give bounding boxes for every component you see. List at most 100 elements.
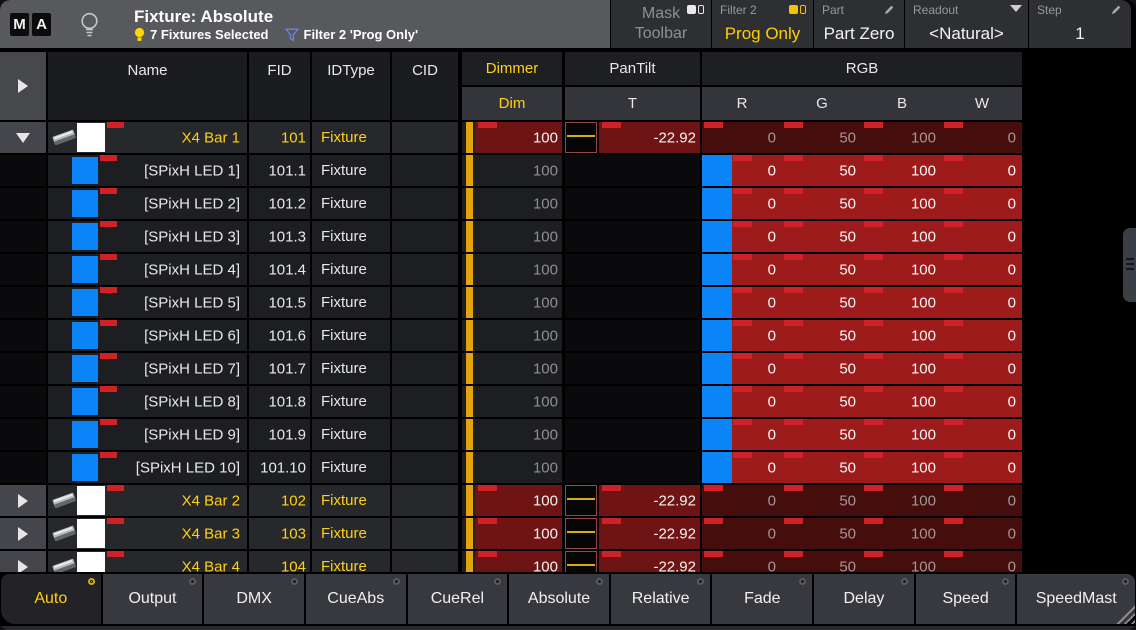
tilt-cell[interactable]: -22.92: [565, 551, 700, 572]
cid-cell[interactable]: [392, 254, 458, 285]
rgb-w-cell[interactable]: 0: [942, 155, 1022, 186]
rgb-cells[interactable]: 0501000: [702, 221, 1022, 252]
row-expander[interactable]: [0, 122, 46, 153]
sub-header-w[interactable]: W: [942, 95, 1022, 112]
rgb-w-cell[interactable]: 0: [942, 518, 1022, 549]
column-header-rgb[interactable]: RGB R G B W: [702, 52, 1022, 120]
rgb-b-cell[interactable]: 100: [862, 254, 942, 285]
rgb-b-cell[interactable]: 100: [862, 155, 942, 186]
table-row[interactable]: [SPixH LED 6]101.6Fixture1000501000: [0, 320, 1136, 351]
cid-cell[interactable]: [392, 155, 458, 186]
sub-header-b[interactable]: B: [862, 95, 942, 112]
sub-header-r[interactable]: R: [702, 95, 782, 112]
cid-cell[interactable]: [392, 122, 458, 153]
mask-toolbar-button[interactable]: Mask Toolbar: [610, 0, 711, 48]
rgb-w-cell[interactable]: 0: [942, 386, 1022, 417]
cid-cell[interactable]: [392, 320, 458, 351]
column-header-cid[interactable]: CID: [392, 52, 458, 120]
tab-speedmast[interactable]: SpeedMast: [1017, 574, 1135, 624]
rgb-b-cell[interactable]: 100: [862, 419, 942, 450]
tab-delay[interactable]: Delay: [814, 574, 914, 624]
dimmer-cell[interactable]: 100: [462, 386, 562, 417]
sub-header-g[interactable]: G: [782, 95, 862, 112]
rgb-cells[interactable]: 0501000: [702, 155, 1022, 186]
rgb-cells[interactable]: 0501000: [702, 551, 1022, 572]
rgb-w-cell[interactable]: 0: [942, 551, 1022, 572]
rgb-b-cell[interactable]: 100: [862, 188, 942, 219]
row-expander[interactable]: [0, 551, 46, 572]
dimmer-cell[interactable]: 100: [462, 419, 562, 450]
name-cell[interactable]: [SPixH LED 7]: [48, 353, 247, 384]
rgb-r-cell[interactable]: 0: [702, 518, 782, 549]
tilt-cell[interactable]: -22.92: [565, 122, 700, 153]
group-header-rgb[interactable]: RGB: [702, 52, 1022, 85]
table-row[interactable]: [SPixH LED 7]101.7Fixture1000501000: [0, 353, 1136, 384]
table-row[interactable]: [SPixH LED 4]101.4Fixture1000501000: [0, 254, 1136, 285]
cid-cell[interactable]: [392, 518, 458, 549]
fid-cell[interactable]: 101.9: [249, 419, 310, 450]
cid-cell[interactable]: [392, 485, 458, 516]
table-row[interactable]: [SPixH LED 5]101.5Fixture1000501000: [0, 287, 1136, 318]
rgb-g-cell[interactable]: 50: [782, 287, 862, 318]
rgb-g-cell[interactable]: 50: [782, 485, 862, 516]
tilt-cell[interactable]: [565, 386, 700, 417]
cid-cell[interactable]: [392, 287, 458, 318]
table-row[interactable]: [SPixH LED 9]101.9Fixture1000501000: [0, 419, 1136, 450]
name-cell[interactable]: [SPixH LED 4]: [48, 254, 247, 285]
group-header-pantilt[interactable]: PanTilt: [565, 52, 700, 85]
idtype-cell[interactable]: Fixture: [312, 452, 390, 483]
rgb-b-cell[interactable]: 100: [862, 485, 942, 516]
name-cell[interactable]: [SPixH LED 1]: [48, 155, 247, 186]
fid-cell[interactable]: 101.4: [249, 254, 310, 285]
table-row[interactable]: [SPixH LED 10]101.10Fixture1000501000: [0, 452, 1136, 483]
rgb-w-cell[interactable]: 0: [942, 122, 1022, 153]
rgb-cells[interactable]: 0501000: [702, 518, 1022, 549]
dimmer-cell[interactable]: 100: [462, 254, 562, 285]
tilt-cell[interactable]: -22.92: [565, 518, 700, 549]
table-row[interactable]: [SPixH LED 3]101.3Fixture1000501000: [0, 221, 1136, 252]
rgb-cells[interactable]: 0501000: [702, 353, 1022, 384]
tilt-cell[interactable]: [565, 155, 700, 186]
rgb-cells[interactable]: 0501000: [702, 485, 1022, 516]
tilt-cell[interactable]: [565, 287, 700, 318]
dimmer-cell[interactable]: 100: [462, 122, 562, 153]
rgb-g-cell[interactable]: 50: [782, 122, 862, 153]
rgb-b-cell[interactable]: 100: [862, 287, 942, 318]
idtype-cell[interactable]: Fixture: [312, 122, 390, 153]
dimmer-cell[interactable]: 100: [462, 188, 562, 219]
rgb-g-cell[interactable]: 50: [782, 221, 862, 252]
table-row[interactable]: X4 Bar 3103Fixture100-22.920501000: [0, 518, 1136, 549]
rgb-b-cell[interactable]: 100: [862, 551, 942, 572]
cid-cell[interactable]: [392, 221, 458, 252]
rgb-w-cell[interactable]: 0: [942, 188, 1022, 219]
tilt-cell[interactable]: [565, 452, 700, 483]
tilt-cell[interactable]: [565, 188, 700, 219]
sub-header-tilt[interactable]: T: [565, 87, 700, 120]
rgb-w-cell[interactable]: 0: [942, 452, 1022, 483]
readout-button[interactable]: Readout <Natural>: [904, 0, 1028, 48]
dimmer-cell[interactable]: 100: [462, 320, 562, 351]
step-button[interactable]: Step 1: [1028, 0, 1131, 48]
idtype-cell[interactable]: Fixture: [312, 188, 390, 219]
rgb-r-cell[interactable]: 0: [702, 485, 782, 516]
rgb-g-cell[interactable]: 50: [782, 320, 862, 351]
tilt-cell[interactable]: [565, 254, 700, 285]
tilt-cell[interactable]: -22.92: [565, 485, 700, 516]
cid-cell[interactable]: [392, 452, 458, 483]
name-cell[interactable]: X4 Bar 2: [48, 485, 247, 516]
cid-cell[interactable]: [392, 188, 458, 219]
idtype-cell[interactable]: Fixture: [312, 518, 390, 549]
rgb-g-cell[interactable]: 50: [782, 452, 862, 483]
cid-cell[interactable]: [392, 551, 458, 572]
fid-cell[interactable]: 101.8: [249, 386, 310, 417]
row-expander[interactable]: [0, 485, 46, 516]
dimmer-cell[interactable]: 100: [462, 287, 562, 318]
rgb-g-cell[interactable]: 50: [782, 551, 862, 572]
cid-cell[interactable]: [392, 419, 458, 450]
cid-cell[interactable]: [392, 386, 458, 417]
dimmer-cell[interactable]: 100: [462, 155, 562, 186]
rgb-b-cell[interactable]: 100: [862, 221, 942, 252]
idtype-cell[interactable]: Fixture: [312, 155, 390, 186]
sub-header-rgbw[interactable]: R G B W: [702, 87, 1022, 120]
fid-cell[interactable]: 101.5: [249, 287, 310, 318]
